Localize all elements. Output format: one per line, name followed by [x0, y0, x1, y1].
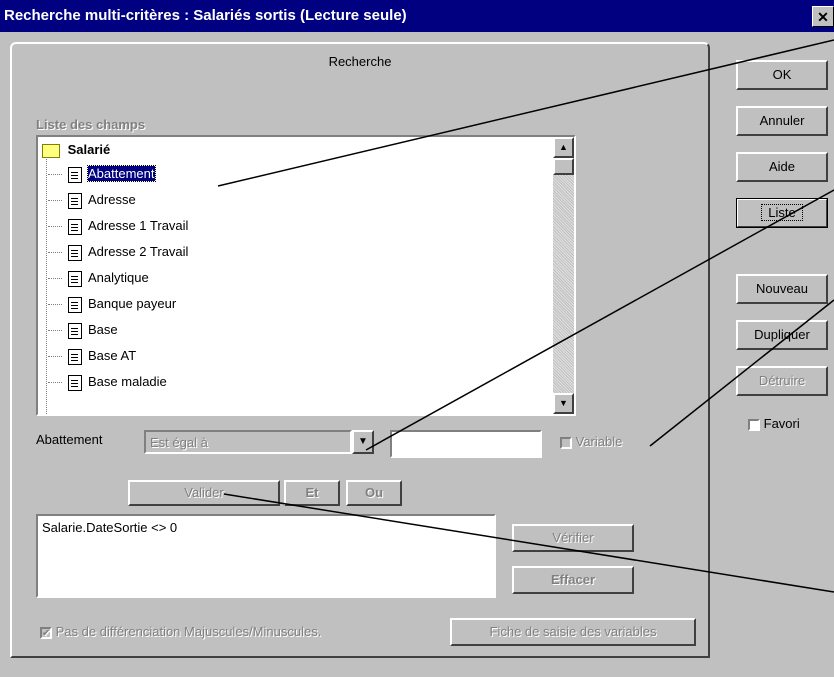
- ok-button[interactable]: OK: [736, 60, 828, 90]
- operator-dropdown-button[interactable]: ▼: [352, 430, 374, 454]
- nouveau-button[interactable]: Nouveau: [736, 274, 828, 304]
- dupliquer-button[interactable]: Dupliquer: [736, 320, 828, 350]
- fields-group-label: Liste des champs: [36, 117, 145, 132]
- value-input[interactable]: [390, 430, 542, 458]
- tree-branch: [48, 226, 62, 227]
- operator-value: Est égal à: [150, 435, 208, 450]
- document-icon: [68, 348, 82, 365]
- verifier-button[interactable]: Vérifier: [512, 524, 634, 552]
- tree-branch: [48, 278, 62, 279]
- field-item[interactable]: Base maladie: [48, 369, 167, 395]
- case-check[interactable]: ✔: [40, 626, 52, 639]
- list-scrollbar[interactable]: ▲ ▼: [553, 137, 574, 414]
- favori-label: Favori: [763, 416, 800, 431]
- title-bar: Recherche multi-critères : Salariés sort…: [0, 0, 834, 32]
- variable-label: Variable: [575, 434, 623, 449]
- tree-branch: [48, 356, 62, 357]
- ou-button[interactable]: Ou: [346, 480, 402, 506]
- document-icon: [68, 374, 82, 391]
- field-item-label: Abattement: [87, 165, 156, 182]
- operator-select[interactable]: Est égal à: [144, 430, 352, 454]
- folder-label: Salarié: [67, 142, 111, 157]
- scroll-thumb[interactable]: [553, 158, 574, 175]
- tree-branch: [48, 174, 62, 175]
- liste-button[interactable]: Liste: [736, 198, 828, 228]
- criteria-field-label: Abattement: [36, 432, 103, 447]
- field-item-label: Adresse: [88, 192, 136, 207]
- scroll-down-button[interactable]: ▼: [553, 393, 574, 414]
- case-option-checkbox[interactable]: ✔ Pas de différenciation Majuscules/Minu…: [40, 624, 321, 639]
- field-item[interactable]: Base AT: [48, 343, 137, 369]
- annuler-button[interactable]: Annuler: [736, 106, 828, 136]
- field-item[interactable]: Base: [48, 317, 118, 343]
- case-option-label: Pas de différenciation Majuscules/Minusc…: [55, 624, 322, 639]
- favori-check[interactable]: [748, 418, 760, 431]
- window-title: Recherche multi-critères : Salariés sort…: [4, 7, 407, 24]
- aide-button[interactable]: Aide: [736, 152, 828, 182]
- field-item[interactable]: Banque payeur: [48, 291, 177, 317]
- tree-branch: [48, 304, 62, 305]
- scroll-up-button[interactable]: ▲: [553, 137, 574, 158]
- field-item-label: Adresse 2 Travail: [88, 244, 189, 259]
- detruire-button[interactable]: Détruire: [736, 366, 828, 396]
- document-icon: [68, 322, 82, 339]
- close-button[interactable]: ✕: [812, 6, 834, 27]
- field-item[interactable]: Adresse: [48, 187, 136, 213]
- folder-icon: [42, 143, 60, 158]
- favori-checkbox[interactable]: Favori: [748, 416, 800, 431]
- folder-item[interactable]: Salarié: [42, 137, 110, 163]
- document-icon: [68, 296, 82, 313]
- tree-branch: [48, 330, 62, 331]
- field-item[interactable]: Analytique: [48, 265, 149, 291]
- fiche-variables-button[interactable]: Fiche de saisie des variables: [450, 618, 696, 646]
- document-icon: [68, 192, 82, 209]
- effacer-button[interactable]: Effacer: [512, 566, 634, 594]
- query-text: Salarie.DateSortie <> 0: [42, 520, 178, 535]
- liste-label: Liste: [761, 204, 803, 221]
- fields-group-label-text: Liste des champs: [36, 117, 146, 132]
- tree-branch: [48, 200, 62, 201]
- tree-branch: [48, 252, 62, 253]
- field-item[interactable]: Abattement: [48, 161, 156, 187]
- field-item-label: Adresse 1 Travail: [88, 218, 189, 233]
- field-item[interactable]: Adresse 2 Travail: [48, 239, 189, 265]
- field-item[interactable]: Adresse 1 Travail: [48, 213, 189, 239]
- field-item-label: Base: [88, 322, 118, 337]
- query-textarea[interactable]: Salarie.DateSortie <> 0: [36, 514, 496, 598]
- document-icon: [68, 166, 82, 183]
- field-item-label: Banque payeur: [88, 296, 177, 311]
- valider-button[interactable]: Valider: [128, 480, 280, 506]
- document-icon: [68, 270, 82, 287]
- document-icon: [68, 244, 82, 261]
- field-item-label: Analytique: [88, 270, 149, 285]
- tree-branch: [48, 382, 62, 383]
- variable-check[interactable]: [560, 436, 572, 449]
- fields-listbox[interactable]: Salarié Abattement Adresse Adresse 1 Trava…: [36, 135, 576, 416]
- field-item-label: Base maladie: [88, 374, 167, 389]
- et-button[interactable]: Et: [284, 480, 340, 506]
- tree-line: [46, 157, 47, 414]
- field-item-label: Base AT: [88, 348, 137, 363]
- variable-checkbox[interactable]: Variable: [560, 434, 622, 449]
- document-icon: [68, 218, 82, 235]
